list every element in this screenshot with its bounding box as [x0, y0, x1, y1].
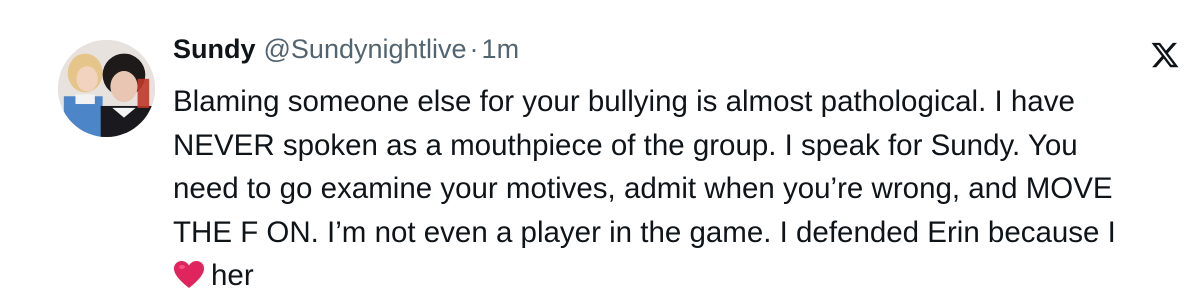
- tweet-line-last: her: [173, 254, 1163, 298]
- red-heart-icon: [173, 260, 205, 290]
- tweet-content: Sundy @Sundynightlive · 1m Blaming someo…: [173, 34, 1158, 298]
- tweet-text: Blaming someone else for your bullying i…: [173, 80, 1163, 298]
- x-logo-icon[interactable]: [1150, 40, 1180, 70]
- separator-dot: ·: [469, 34, 479, 64]
- tweet-card: Sundy @Sundynightlive · 1m Blaming someo…: [0, 0, 1198, 303]
- avatar[interactable]: [58, 40, 155, 137]
- timestamp[interactable]: 1m: [482, 34, 520, 65]
- display-name[interactable]: Sundy: [173, 34, 256, 65]
- tweet-line: NEVER spoken as a mouthpiece of the grou…: [173, 128, 1078, 162]
- tweet-header: Sundy @Sundynightlive · 1m: [173, 34, 1158, 76]
- tweet-line-tail: her: [211, 259, 254, 292]
- user-handle[interactable]: @Sundynightlive: [264, 34, 467, 65]
- tweet-line: Blaming someone else for your bullying i…: [173, 85, 1075, 118]
- tweet-line: need to go examine your motives, admit w…: [173, 172, 1113, 205]
- avatar-image: [58, 40, 155, 137]
- tweet-line: THE F ON. I’m not even a player in the g…: [173, 215, 1116, 249]
